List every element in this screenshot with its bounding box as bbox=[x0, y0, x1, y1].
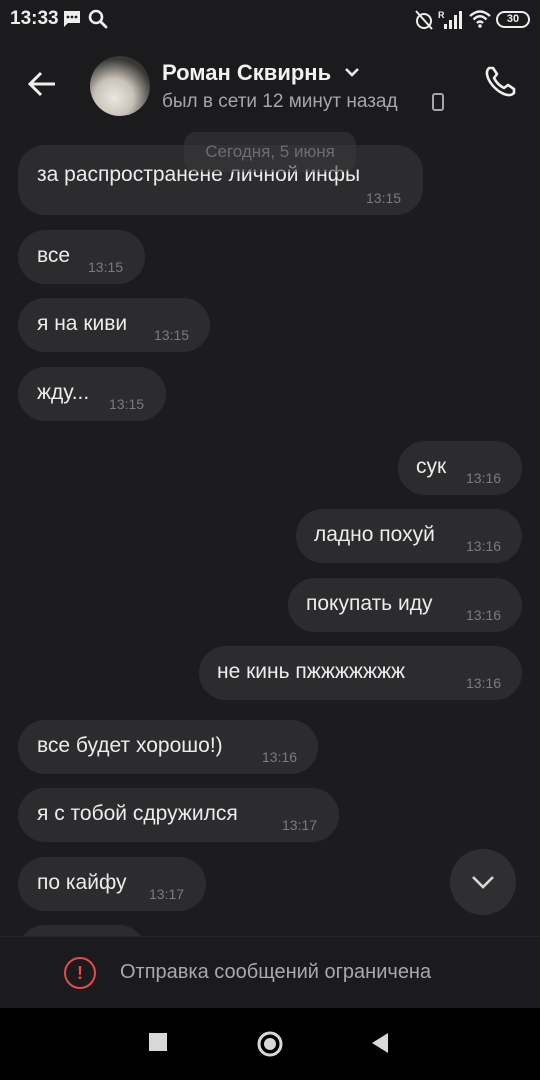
last-seen-status: был в сети 12 минут назад bbox=[162, 91, 398, 112]
back-icon[interactable] bbox=[370, 1032, 390, 1054]
status-bar: 13:33 R 30 bbox=[0, 0, 540, 40]
avatar[interactable] bbox=[90, 56, 150, 116]
mobile-device-icon bbox=[432, 93, 444, 111]
message-time: 13:16 bbox=[466, 470, 502, 486]
wifi-icon bbox=[469, 10, 491, 28]
back-arrow-icon[interactable] bbox=[22, 64, 62, 104]
message-time: 13:16 bbox=[262, 749, 298, 765]
chat-header: Роман Сквирнь был в сети 12 минут назад bbox=[0, 40, 540, 128]
chevron-down-icon[interactable] bbox=[344, 66, 360, 78]
message-text: покупать иду bbox=[306, 592, 433, 615]
message-text: не кинь пжжжжжжж bbox=[217, 660, 406, 683]
message-bubble[interactable]: по кайфу 13:17 bbox=[18, 857, 206, 911]
chevron-down-icon bbox=[472, 876, 494, 889]
search-notification-icon bbox=[88, 9, 108, 29]
message-bubble[interactable]: я на киви 13:15 bbox=[18, 298, 210, 352]
message-time: 13:15 bbox=[109, 396, 145, 412]
status-time: 13:33 bbox=[10, 8, 59, 29]
message-text: все будет хорошо!) bbox=[37, 734, 223, 757]
message-bubble-partial[interactable] bbox=[18, 925, 146, 936]
message-bubble[interactable]: все будет хорошо!) 13:16 bbox=[18, 720, 318, 774]
message-time: 13:16 bbox=[466, 607, 502, 623]
message-text: жду... bbox=[37, 381, 90, 404]
messaging-restricted-bar: ! Отправка сообщений ограничена bbox=[0, 936, 540, 1008]
home-icon[interactable] bbox=[256, 1030, 284, 1058]
signal-icon: R bbox=[438, 10, 462, 29]
recent-apps-icon[interactable] bbox=[148, 1032, 168, 1052]
system-navigation-bar bbox=[0, 1008, 540, 1080]
scroll-to-bottom-button[interactable] bbox=[450, 849, 516, 915]
message-bubble[interactable]: жду... 13:15 bbox=[18, 367, 166, 421]
message-notification-icon bbox=[64, 11, 80, 27]
message-time: 13:15 bbox=[366, 190, 402, 206]
message-time: 13:17 bbox=[282, 817, 318, 833]
message-time: 13:16 bbox=[466, 538, 502, 554]
message-bubble[interactable]: покупать иду 13:16 bbox=[288, 578, 522, 632]
message-time: 13:17 bbox=[149, 886, 185, 902]
message-bubble[interactable]: все 13:15 bbox=[18, 230, 145, 284]
message-bubble[interactable]: не кинь пжжжжжжж 13:16 bbox=[199, 646, 522, 700]
message-time: 13:15 bbox=[88, 259, 124, 275]
battery-indicator: 30 bbox=[496, 11, 530, 28]
warning-icon: ! bbox=[64, 957, 96, 989]
message-text: ладно похуй bbox=[314, 523, 435, 546]
message-bubble[interactable]: сук 13:16 bbox=[398, 441, 522, 495]
svg-text:R: R bbox=[438, 10, 445, 20]
restricted-message: Отправка сообщений ограничена bbox=[120, 961, 432, 983]
date-separator: Сегодня, 5 июня bbox=[184, 132, 356, 172]
message-list[interactable]: за распространене личной инфы 13:15 Сего… bbox=[0, 128, 540, 936]
message-text: все bbox=[37, 244, 71, 267]
message-bubble[interactable]: ладно похуй 13:16 bbox=[296, 509, 522, 563]
message-time: 13:15 bbox=[154, 327, 190, 343]
alarm-off-icon bbox=[415, 10, 433, 30]
phone-call-icon[interactable] bbox=[480, 62, 520, 102]
message-text: я на киви bbox=[37, 312, 128, 335]
message-text: по кайфу bbox=[37, 871, 127, 894]
message-text: сук bbox=[416, 455, 447, 478]
message-time: 13:16 bbox=[466, 675, 502, 691]
message-text: я с тобой сдружился bbox=[37, 802, 238, 825]
message-bubble[interactable]: я с тобой сдружился 13:17 bbox=[18, 788, 339, 842]
contact-name[interactable]: Роман Сквирнь bbox=[162, 60, 331, 86]
